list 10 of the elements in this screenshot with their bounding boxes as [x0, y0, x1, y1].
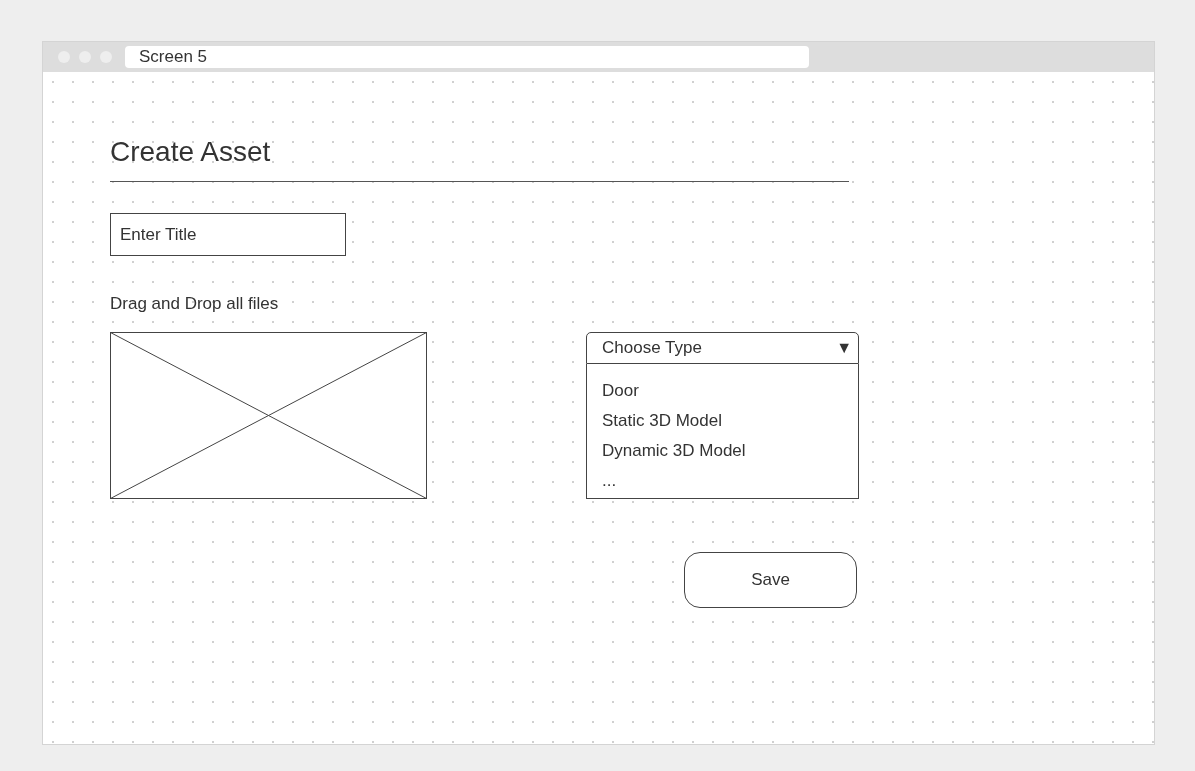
title-input-field[interactable]: Enter Title [110, 213, 346, 256]
page-heading: Create Asset [110, 135, 271, 169]
dropdown-option[interactable]: Static 3D Model [602, 406, 858, 436]
address-bar[interactable]: Screen 5 [125, 46, 809, 68]
dropdown-option[interactable]: Dynamic 3D Model [602, 436, 858, 466]
type-dropdown[interactable]: Choose Type ▼ [586, 332, 859, 364]
drop-label: Drag and Drop all files [110, 293, 279, 315]
dropdown-option[interactable]: Door [602, 376, 858, 406]
save-button[interactable]: Save [684, 552, 857, 608]
dropdown-option[interactable]: ... [602, 466, 858, 496]
